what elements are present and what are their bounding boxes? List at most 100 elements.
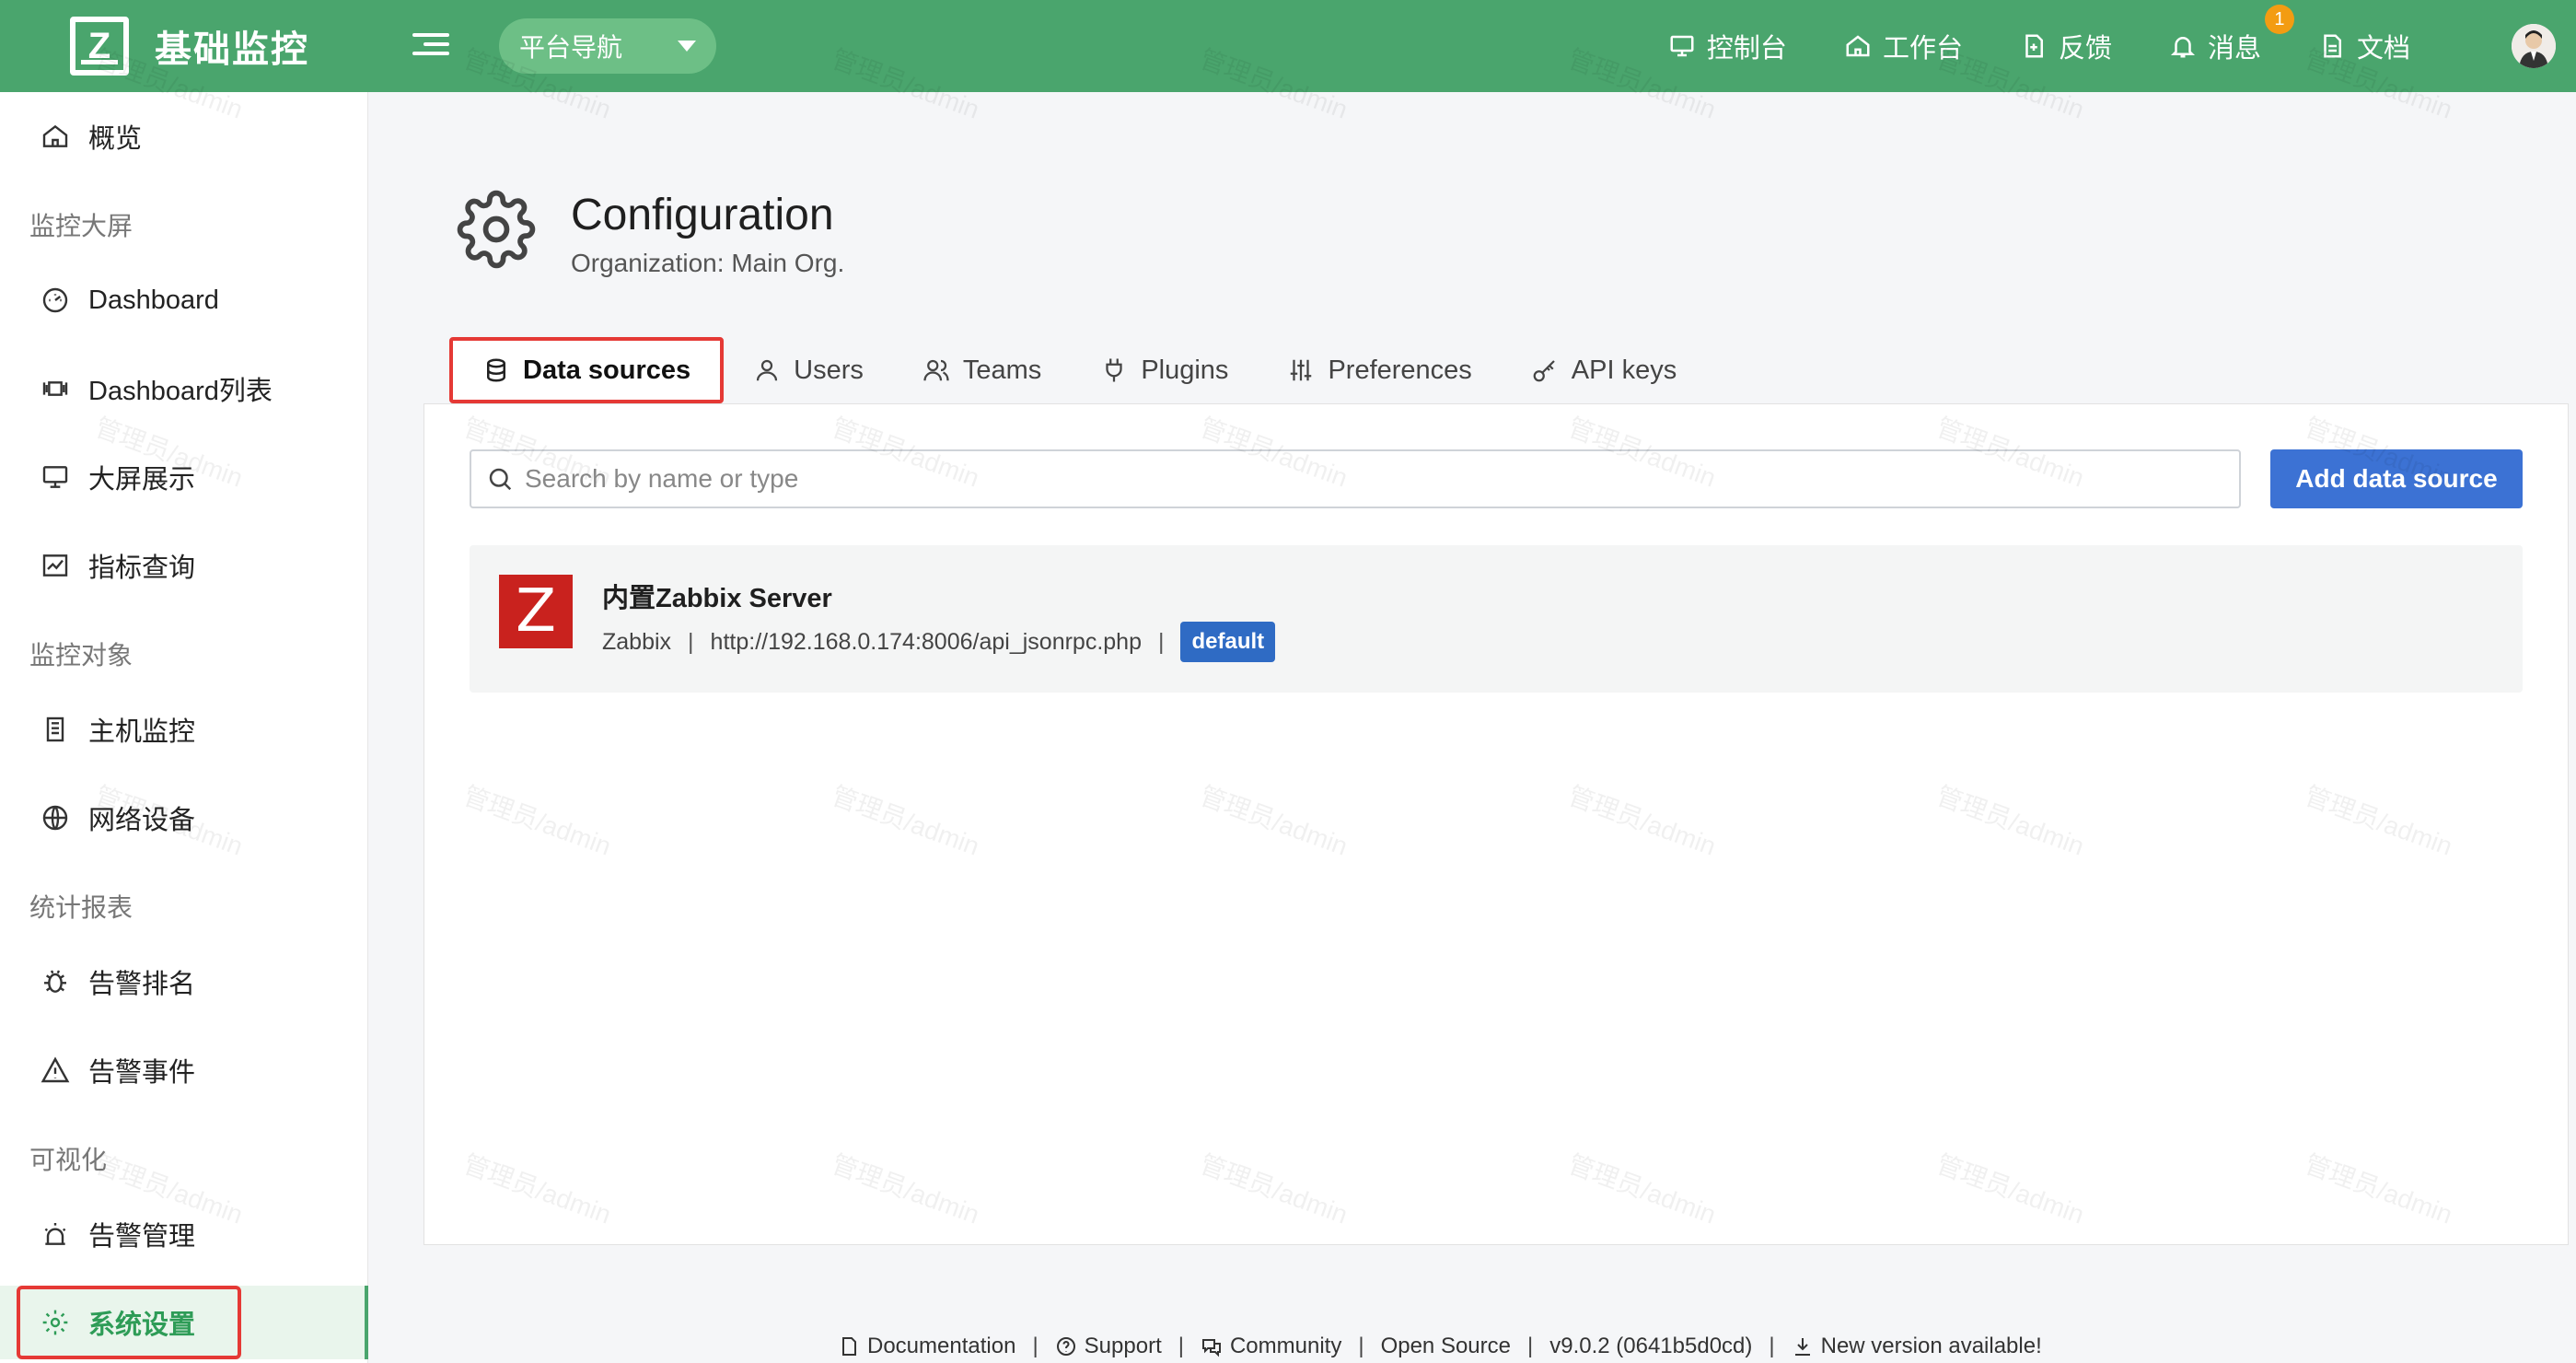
search-box[interactable] [470,449,2241,508]
sidebar-item-big-screen[interactable]: 大屏展示 [0,440,368,514]
sidebar-item-label: 告警管理 [88,1222,196,1252]
sidebar-item-host-monitor[interactable]: 主机监控 [0,693,368,766]
warning-icon [41,1056,70,1083]
document-icon [842,1337,856,1356]
separator: | [1032,1334,1039,1358]
tab-label: Users [794,355,864,385]
search-input[interactable] [525,464,2182,494]
bell-icon [2170,37,2195,58]
footer-support-link[interactable]: Support [1055,1334,1162,1359]
footer-community-link[interactable]: Community [1201,1334,1341,1359]
sidebar-item-label: 主机监控 [88,717,196,747]
avatar-icon [2512,24,2556,68]
footer-label: v9.0.2 (0641b5d0cd) [1549,1334,1753,1358]
footer-documentation-link[interactable]: Documentation [838,1334,1015,1359]
sidebar-item-network-device[interactable]: 网络设备 [0,781,368,855]
console-label: 控制台 [1706,34,1787,64]
list-icon [42,381,68,396]
config-tabs: Data sources Users Teams Plugins Prefere… [449,337,1706,403]
doc-icon [2324,34,2341,58]
separator: | [1526,1334,1534,1358]
sidebar-group-label: 统计报表 [29,893,133,922]
sidebar-item-dashboard-list[interactable]: Dashboard列表 [0,352,368,425]
tab-users[interactable]: Users [724,337,893,403]
sidebar: 概览 监控大屏 Dashboard Dashboard列表 大屏展示 指标查询 … [0,92,368,1363]
sidebar-item-dashboard[interactable]: Dashboard [0,263,368,337]
datasource-card[interactable]: Z 内置Zabbix Server Zabbix | http://192.16… [470,545,2523,693]
sliders-icon [1291,359,1312,381]
footer-version: v9.0.2 (0641b5d0cd) [1549,1334,1752,1359]
footer-open-source-link[interactable]: Open Source [1381,1334,1511,1359]
zabbix-logo-icon: Z [499,575,573,648]
home-icon [42,124,68,147]
sidebar-item-label: Dashboard列表 [88,377,273,406]
question-icon [1056,1337,1075,1356]
sidebar-item-alert-manage[interactable]: 告警管理 [0,1197,368,1271]
footer-label: Open Source [1380,1334,1511,1358]
workbench-label: 工作台 [1882,34,1963,64]
datasource-name[interactable]: 内置Zabbix Server [602,577,832,615]
sidebar-item-overview[interactable]: 概览 [0,99,368,173]
feedback-icon [2025,34,2043,58]
bug-icon [44,970,66,993]
tab-label: Teams [962,355,1042,385]
default-badge: default [1180,622,1276,662]
tab-data-sources[interactable]: Data sources [449,337,725,403]
datasource-type: Zabbix [602,628,672,655]
comments-icon [1201,1339,1221,1357]
tab-preferences[interactable]: Preferences [1258,337,1501,403]
app-logo[interactable]: Z 基础监控 [70,17,309,76]
home-icon [1846,35,1870,57]
separator: | [688,628,694,655]
footer: Documentation | Support | Community | Op… [838,1334,2042,1359]
page-title: Configuration [571,191,834,239]
separator: | [1358,1334,1364,1358]
console-link[interactable]: 控制台 [1668,27,1787,65]
top-bar: Z 基础监控 平台导航 控制台 工作台 反馈 消息 1 文档 [0,0,2576,92]
workbench-link[interactable]: 工作台 [1844,27,1963,65]
search-icon [489,468,512,491]
docs-link[interactable]: 文档 [2318,27,2410,65]
tab-api-keys[interactable]: API keys [1502,337,1706,403]
tab-label: Preferences [1328,355,1472,385]
tab-label: Plugins [1141,355,1229,385]
download-icon [1794,1338,1810,1356]
footer-label: Community [1229,1334,1342,1358]
messages-link[interactable]: 消息 1 [2169,5,2294,65]
add-data-source-button[interactable]: Add data source [2270,449,2523,508]
plug-icon [1106,358,1122,382]
sidebar-item-alert-event[interactable]: 告警事件 [0,1033,368,1107]
gauge-icon [42,287,68,313]
page-subtitle: Organization: Main Org. [571,249,845,277]
chart-icon [42,554,68,577]
server-icon [46,716,64,742]
users-icon [923,359,949,381]
logo-icon: Z [70,17,129,76]
tab-plugins[interactable]: Plugins [1071,337,1258,403]
sidebar-group-label: 监控大屏 [29,212,133,240]
menu-toggle-icon[interactable] [412,28,449,64]
footer-label: Documentation [867,1334,1016,1358]
sidebar-item-metric-query[interactable]: 指标查询 [0,529,368,602]
docs-label: 文档 [2356,34,2410,64]
sidebar-item-label: 告警事件 [88,1058,196,1088]
tab-teams[interactable]: Teams [893,337,1071,403]
sidebar-group-label: 可视化 [29,1146,108,1174]
database-icon [487,358,505,382]
footer-new-version-link[interactable]: New version available! [1792,1334,2042,1359]
platform-nav-label: 平台导航 [519,33,623,62]
gear-icon [457,190,536,269]
platform-nav-select[interactable]: 平台导航 [499,18,716,74]
globe-icon [42,805,68,831]
datasource-url: http://192.168.0.174:8006/api_jsonrpc.ph… [710,628,1142,655]
tab-label: API keys [1571,355,1677,385]
highlight-box [17,1286,241,1359]
tab-label: Data sources [523,355,691,385]
sidebar-item-alert-rank[interactable]: 告警排名 [0,945,368,1019]
sidebar-item-label: 指标查询 [88,553,196,583]
key-icon [1533,360,1555,382]
feedback-link[interactable]: 反馈 [2020,27,2112,65]
user-icon [757,359,778,381]
app-title: 基础监控 [155,29,309,70]
user-avatar[interactable] [2512,24,2556,68]
